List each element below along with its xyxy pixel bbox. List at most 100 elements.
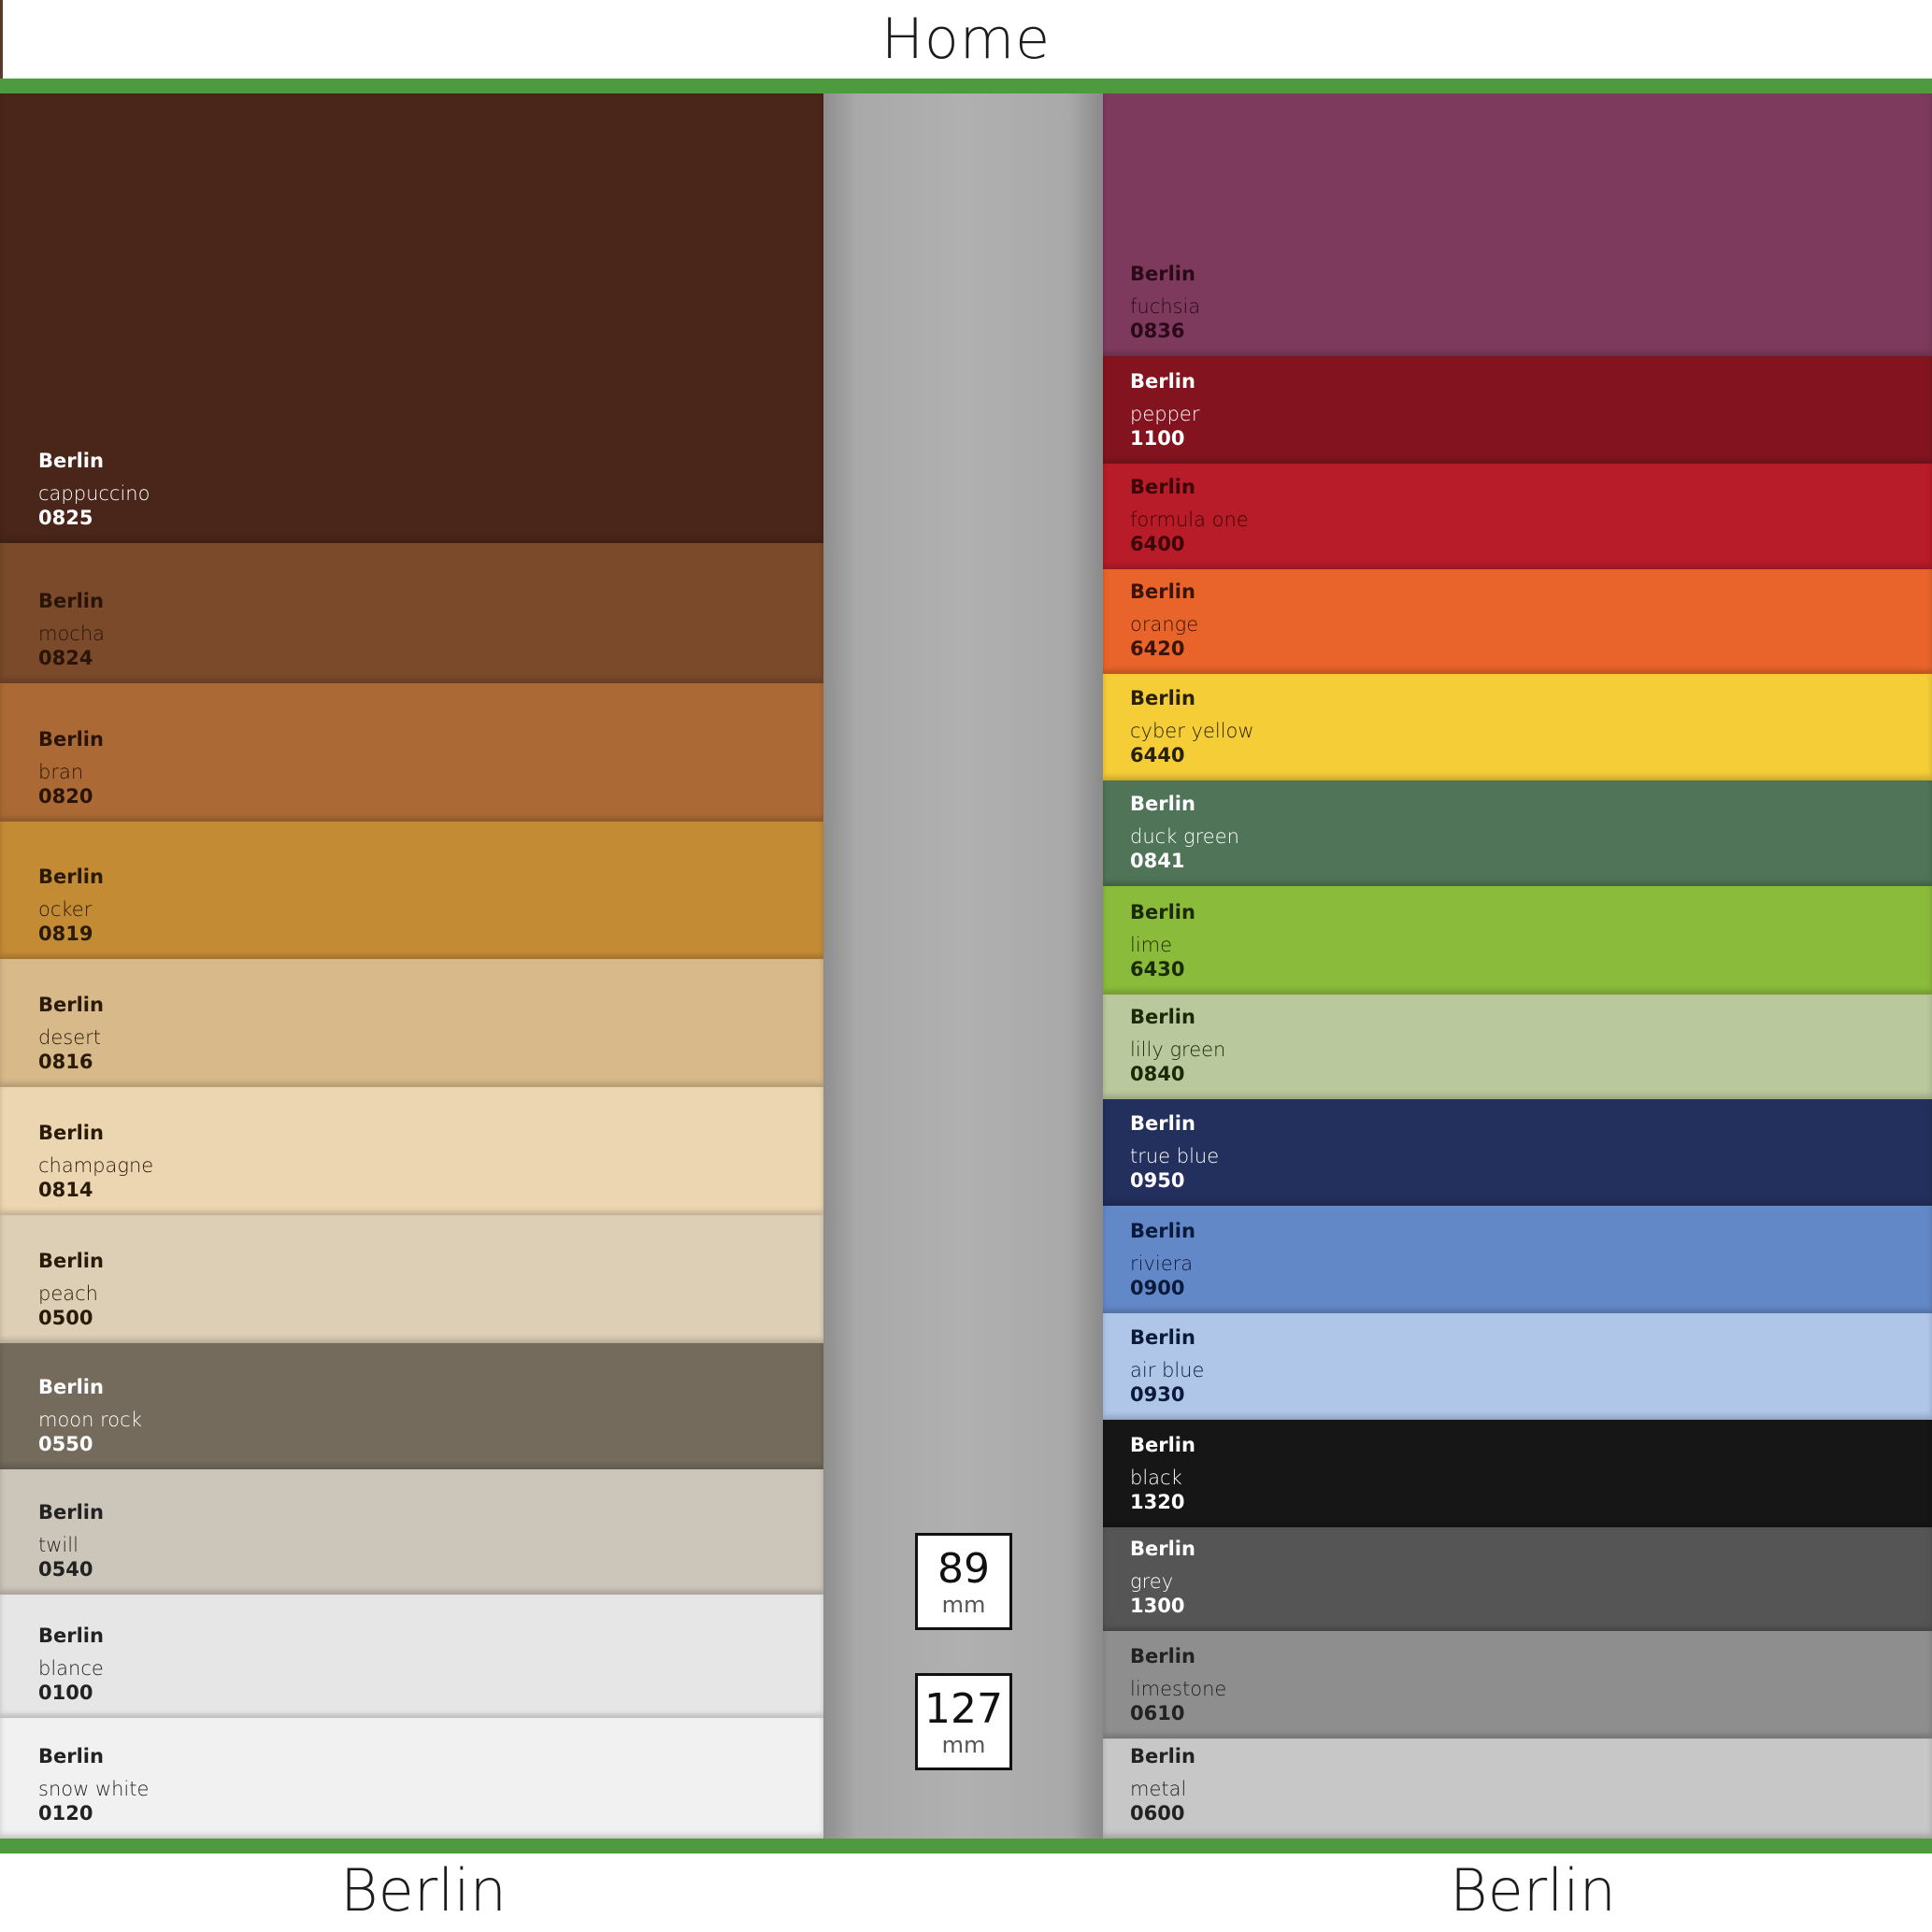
fabric-swatch-bran: Berlin bran 0820 bbox=[0, 683, 823, 822]
fabric-swatch-blance: Berlin blance 0100 bbox=[0, 1595, 823, 1718]
swatch-color-name: grey bbox=[1130, 1569, 1174, 1593]
swatch-code: 0550 bbox=[38, 1432, 93, 1455]
swatch-label: Berlin grey 1300 bbox=[1130, 1537, 1195, 1618]
fabric-swatch-moon-rock: Berlin moon rock 0550 bbox=[0, 1343, 823, 1469]
swatch-code: 0540 bbox=[38, 1557, 93, 1581]
fabric-swatch-air-blue: Berlin air blue 0930 bbox=[1103, 1313, 1932, 1420]
swatch-label: Berlin air blue 0930 bbox=[1130, 1325, 1204, 1407]
swatch-label: Berlin formula one 6400 bbox=[1130, 475, 1249, 556]
swatch-brand: Berlin bbox=[38, 1122, 104, 1145]
swatch-brand: Berlin bbox=[1130, 476, 1195, 499]
swatch-label: Berlin true blue 0950 bbox=[1130, 1111, 1219, 1193]
fabric-swatch-black: Berlin black 1320 bbox=[1103, 1420, 1932, 1527]
swatch-code: 0814 bbox=[38, 1178, 93, 1201]
footer-label-left: Berlin bbox=[340, 1856, 507, 1925]
swatch-code: 0836 bbox=[1130, 319, 1185, 342]
left-swatch-column: Berlin cappuccino 0825 Berlin mocha 0824 Berli… bbox=[0, 93, 823, 1839]
swatch-color-name: champagne bbox=[38, 1153, 154, 1177]
swatch-label: Berlin champagne 0814 bbox=[38, 1121, 153, 1202]
swatch-color-name: limestone bbox=[1130, 1677, 1227, 1700]
fabric-swatch-duck-green: Berlin duck green 0841 bbox=[1103, 780, 1932, 886]
swatch-brand: Berlin bbox=[1130, 901, 1195, 924]
swatch-code: 1320 bbox=[1130, 1490, 1185, 1513]
fabric-swatch-desert: Berlin desert 0816 bbox=[0, 959, 823, 1087]
swatch-label: Berlin cappuccino 0825 bbox=[38, 449, 150, 530]
swatch-code: 0900 bbox=[1130, 1276, 1185, 1299]
swatch-code: 0824 bbox=[38, 646, 93, 669]
swatch-color-name: cyber yellow bbox=[1130, 719, 1254, 742]
swatch-color-name: orange bbox=[1130, 612, 1199, 636]
header-edge-mark bbox=[0, 0, 3, 79]
swatch-label: Berlin ocker 0819 bbox=[38, 865, 104, 946]
swatch-color-name: black bbox=[1130, 1466, 1182, 1489]
swatch-code: 6430 bbox=[1130, 957, 1185, 980]
swatch-code: 1300 bbox=[1130, 1594, 1185, 1617]
swatch-brand: Berlin bbox=[1130, 1745, 1195, 1768]
swatch-color-name: true blue bbox=[1130, 1144, 1220, 1167]
fabric-swatch-true-blue: Berlin true blue 0950 bbox=[1103, 1099, 1932, 1206]
swatch-brand: Berlin bbox=[1130, 793, 1195, 816]
swatch-code: 0840 bbox=[1130, 1062, 1185, 1085]
swatch-label: Berlin metal 0600 bbox=[1130, 1744, 1195, 1825]
swatch-label: Berlin riviera 0900 bbox=[1130, 1219, 1195, 1300]
swatch-brand: Berlin bbox=[38, 1250, 104, 1273]
swatch-color-name: lime bbox=[1130, 933, 1173, 956]
swatch-code: 6440 bbox=[1130, 743, 1185, 766]
swatch-brand: Berlin bbox=[38, 866, 104, 889]
swatch-brand: Berlin bbox=[1130, 1326, 1195, 1350]
swatch-brand: Berlin bbox=[1130, 1006, 1195, 1029]
swatch-label: Berlin twill 0540 bbox=[38, 1500, 104, 1581]
fabric-swatch-formula-one: Berlin formula one 6400 bbox=[1103, 464, 1932, 569]
swatch-label: Berlin limestone 0610 bbox=[1130, 1644, 1226, 1725]
swatch-label: Berlin blance 0100 bbox=[38, 1624, 104, 1705]
fabric-swatch-fuchsia: Berlin fuchsia 0836 bbox=[1103, 93, 1932, 356]
swatch-color-name: ocker bbox=[38, 897, 93, 921]
swatch-color-name: lilly green bbox=[1130, 1038, 1226, 1061]
swatch-label: Berlin lilly green 0840 bbox=[1130, 1005, 1225, 1086]
swatch-brand: Berlin bbox=[1130, 263, 1195, 286]
swatch-code: 0841 bbox=[1130, 849, 1185, 872]
size-badge-89: 89 mm bbox=[915, 1533, 1012, 1630]
fabric-swatch-metal: Berlin metal 0600 bbox=[1103, 1739, 1932, 1839]
swatch-brand: Berlin bbox=[38, 728, 104, 751]
size-value: 89 bbox=[937, 1545, 990, 1593]
swatch-code: 0500 bbox=[38, 1306, 93, 1329]
swatch-code: 0600 bbox=[1130, 1801, 1185, 1825]
swatch-label: Berlin orange 6420 bbox=[1130, 580, 1198, 661]
fabric-swatch-snow-white: Berlin snow white 0120 bbox=[0, 1718, 823, 1839]
swatch-label: Berlin fuchsia 0836 bbox=[1130, 262, 1200, 343]
swatch-code: 0100 bbox=[38, 1681, 93, 1704]
swatch-brand: Berlin bbox=[38, 1501, 104, 1524]
swatch-brand: Berlin bbox=[38, 450, 104, 473]
fabric-swatch-pepper: Berlin pepper 1100 bbox=[1103, 356, 1932, 464]
swatch-color-name: riviera bbox=[1130, 1252, 1194, 1275]
size-unit: mm bbox=[941, 1592, 986, 1618]
swatch-brand: Berlin bbox=[1130, 687, 1195, 710]
page-header: Home bbox=[0, 0, 1932, 79]
swatch-brand: Berlin bbox=[38, 1376, 104, 1399]
top-green-divider bbox=[0, 79, 1932, 93]
swatch-brand: Berlin bbox=[38, 1624, 104, 1648]
swatch-color-name: peach bbox=[38, 1281, 98, 1305]
swatch-color-name: twill bbox=[38, 1533, 79, 1556]
swatch-code: 0950 bbox=[1130, 1168, 1185, 1192]
swatch-code: 0930 bbox=[1130, 1382, 1185, 1406]
swatch-label: Berlin duck green 0841 bbox=[1130, 792, 1239, 873]
swatch-brand: Berlin bbox=[38, 590, 104, 613]
swatch-brand: Berlin bbox=[1130, 1220, 1195, 1243]
swatch-code: 0120 bbox=[38, 1801, 93, 1825]
swatch-label: Berlin snow white 0120 bbox=[38, 1744, 149, 1825]
size-badge-127: 127 mm bbox=[915, 1673, 1012, 1770]
bottom-green-divider bbox=[0, 1839, 1932, 1853]
swatch-code: 0820 bbox=[38, 784, 93, 808]
swatch-color-name: desert bbox=[38, 1025, 101, 1049]
fabric-swatch-grey: Berlin grey 1300 bbox=[1103, 1527, 1932, 1631]
fabric-swatch-orange: Berlin orange 6420 bbox=[1103, 569, 1932, 674]
size-value: 127 bbox=[924, 1685, 1003, 1733]
swatch-label: Berlin lime 6430 bbox=[1130, 900, 1195, 981]
swatch-brand: Berlin bbox=[38, 1745, 104, 1768]
swatch-brand: Berlin bbox=[1130, 370, 1195, 394]
swatch-brand: Berlin bbox=[38, 994, 104, 1017]
swatch-color-name: cappuccino bbox=[38, 481, 150, 505]
swatch-color-name: pepper bbox=[1130, 402, 1200, 425]
